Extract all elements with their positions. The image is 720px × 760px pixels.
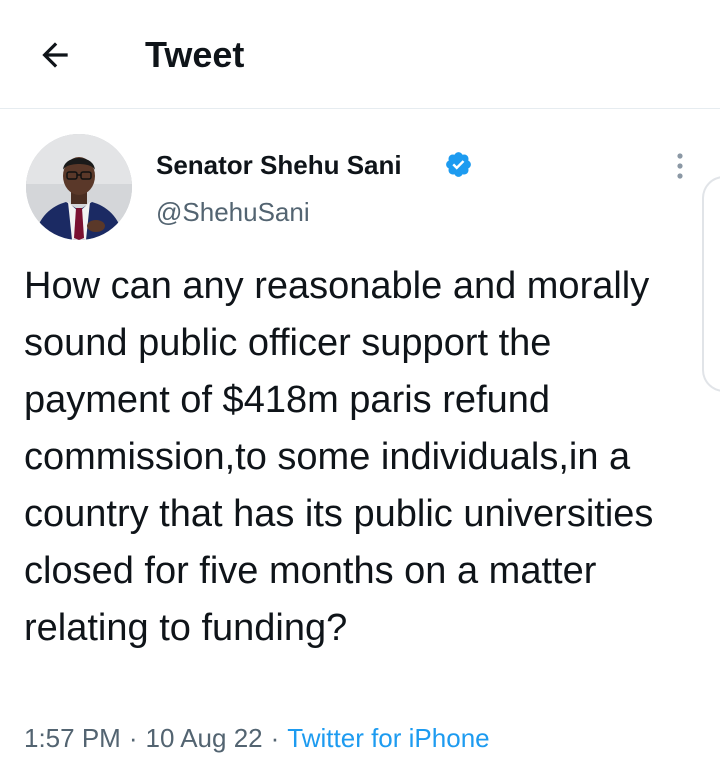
page-title: Tweet xyxy=(145,34,245,75)
verified-badge-icon xyxy=(446,152,471,177)
author-handle[interactable]: @ShehuSani xyxy=(156,196,310,228)
top-bar: Tweet xyxy=(0,0,720,108)
tweet-meta: 1:57 PM · 10 Aug 22 · Twitter for iPhone xyxy=(24,720,490,756)
tweet-source-link[interactable]: Twitter for iPhone xyxy=(287,723,489,753)
more-vertical-icon xyxy=(677,153,683,179)
back-arrow-icon xyxy=(42,42,68,68)
more-options-button[interactable] xyxy=(664,146,696,186)
back-button[interactable] xyxy=(30,32,80,78)
edge-panel-handle[interactable] xyxy=(702,176,720,392)
meta-separator: · xyxy=(270,723,280,753)
author-name[interactable]: Senator Shehu Sani xyxy=(156,148,402,182)
tweet-text: How can any reasonable and morally sound… xyxy=(24,265,654,649)
avatar-photo xyxy=(26,134,132,240)
meta-separator: · xyxy=(128,723,138,753)
tweet-date[interactable]: 10 Aug 22 xyxy=(146,723,263,753)
avatar[interactable] xyxy=(26,134,132,240)
tweet-time[interactable]: 1:57 PM xyxy=(24,723,121,753)
header-divider xyxy=(0,108,720,109)
